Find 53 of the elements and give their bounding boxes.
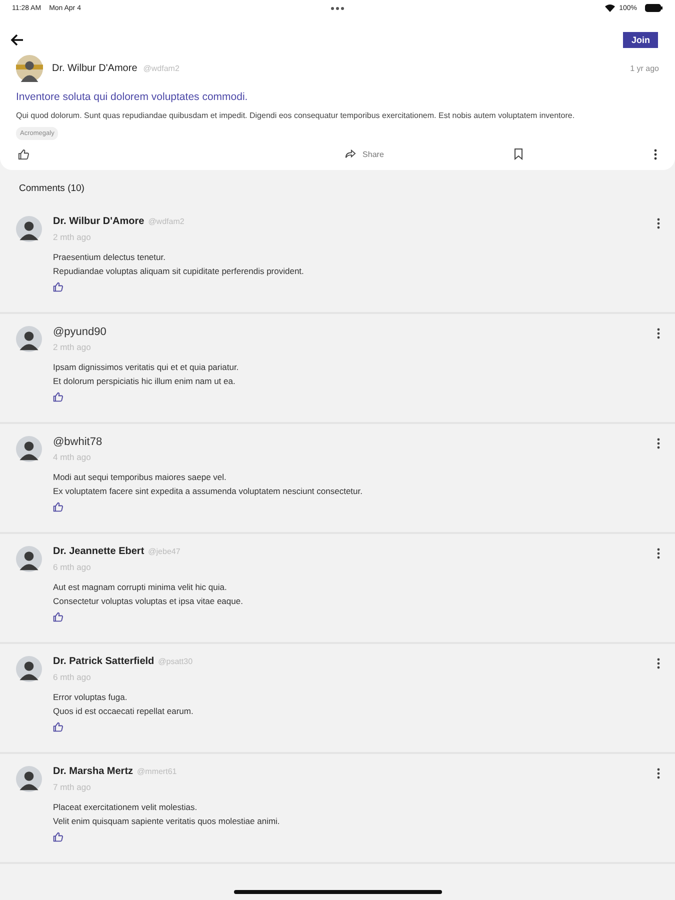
comment-text: Ipsam dignissimos veritatis qui et et quia pariatur. xyxy=(53,361,240,374)
post-time: 1 yr ago xyxy=(630,64,659,73)
thumbs-up-icon[interactable] xyxy=(53,502,63,512)
avatar-icon xyxy=(16,326,42,352)
commenter-handle[interactable]: @pyund90 xyxy=(53,326,106,338)
more-options-icon[interactable] xyxy=(657,658,660,669)
thumbs-up-icon[interactable] xyxy=(53,282,63,292)
more-options-icon[interactable] xyxy=(657,548,660,559)
more-options-icon[interactable] xyxy=(657,438,660,449)
comment-text: Placeat exercitationem velit molestias. xyxy=(53,801,198,814)
thumbs-up-icon[interactable] xyxy=(53,832,63,842)
avatar-icon xyxy=(16,546,42,572)
thumbs-up-icon[interactable] xyxy=(53,722,63,732)
thumbs-up-icon[interactable] xyxy=(53,392,63,402)
author-name[interactable]: Dr. Wilbur D'Amore xyxy=(52,63,138,74)
author-handle: @wdfam2 xyxy=(143,64,180,73)
avatar-icon xyxy=(16,55,43,82)
more-options-icon[interactable] xyxy=(657,768,660,779)
comment-text: Ex voluptatem facere sint expedita a assumenda voluptatem nesciunt consectetur. xyxy=(53,484,364,498)
comment-text: Quos id est occaecati repellat earum. xyxy=(53,704,194,718)
avatar-icon xyxy=(16,436,42,462)
comment-text: Repudiandae voluptas aliquam sit cupiditate perferendis provident. xyxy=(53,264,305,278)
post-title: Inventore soluta qui dolorem voluptates commodi. xyxy=(16,91,249,103)
wifi-icon xyxy=(605,4,616,12)
more-options-icon[interactable] xyxy=(657,218,660,229)
join-button[interactable]: Join xyxy=(623,32,658,48)
share-button[interactable]: Share xyxy=(344,149,384,159)
commenter-name[interactable]: Dr. Jeannette Ebert xyxy=(53,546,144,557)
commenter-name[interactable]: Dr. Wilbur D'Amore xyxy=(53,216,144,227)
bookmark-icon[interactable] xyxy=(514,148,524,160)
avatar-icon xyxy=(16,216,42,242)
avatar-icon xyxy=(16,656,42,682)
comment-text: Error voluptas fuga. xyxy=(53,691,128,704)
comment-text: Et dolorum perspiciatis hic illum enim nam ut ea. xyxy=(53,374,236,388)
post-body: Qui quod dolorum. Sunt quas repudiandae quibusdam et impedit. Digendi eos consequatur temporibus exercitationem. Est nobis autem voluptatem inventore. xyxy=(16,111,576,120)
comment-text: Aut est magnam corrupti minima velit hic quia. xyxy=(53,581,228,594)
back-arrow-icon[interactable] xyxy=(10,34,24,46)
battery-icon xyxy=(645,4,663,12)
more-options-icon[interactable] xyxy=(657,328,660,339)
thumbs-up-icon[interactable] xyxy=(53,612,63,622)
comment-text: Praesentium delectus tenetur. xyxy=(53,251,166,264)
commenter-name[interactable]: Dr. Patrick Satterfield xyxy=(53,656,154,667)
commenter-handle[interactable]: @bwhit78 xyxy=(53,436,102,448)
comment-text: Consectetur voluptas voluptas et ipsa vitae eaque. xyxy=(53,594,244,608)
avatar-icon xyxy=(16,766,42,792)
comment-text: Velit enim quisquam sapiente veritatis quos molestiae animi. xyxy=(53,814,281,828)
commenter-name[interactable]: Dr. Marsha Mertz xyxy=(53,766,134,777)
thumbs-up-icon[interactable] xyxy=(18,148,29,160)
multitask-dots-icon xyxy=(331,7,344,10)
comment-text: Modi aut sequi temporibus maiores saepe vel. xyxy=(53,471,228,484)
more-options-icon[interactable] xyxy=(654,148,657,160)
share-icon xyxy=(344,149,356,159)
comments-heading: Comments (10) xyxy=(18,182,86,196)
